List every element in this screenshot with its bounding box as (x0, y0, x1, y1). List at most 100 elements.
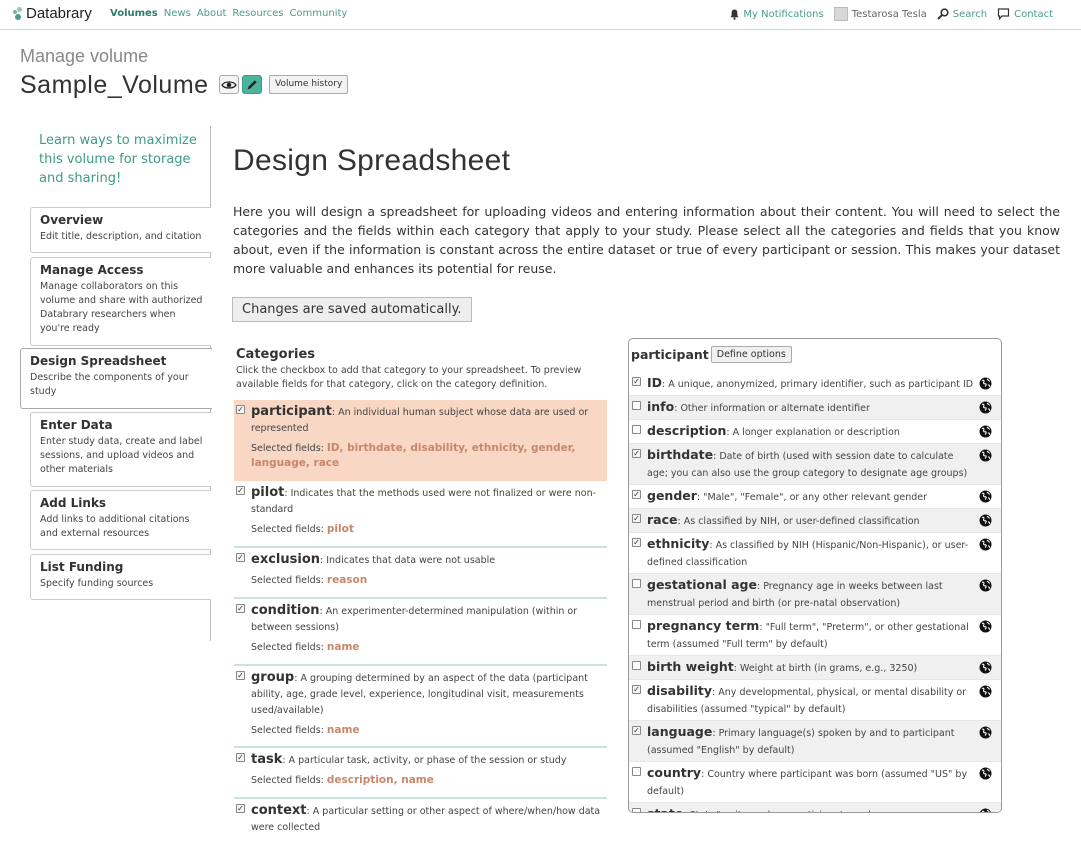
brand-logo[interactable]: Databrary (12, 5, 92, 22)
field-desc: State/territory where participant was bo… (690, 810, 890, 812)
globe-icon[interactable] (979, 488, 992, 507)
category-context[interactable]: ✓ context: A particular setting or other… (234, 799, 607, 837)
sidebar-item-list-funding[interactable]: List Funding Specify funding sources (30, 554, 211, 600)
category-checkbox[interactable]: ✓ (236, 753, 245, 762)
category-checkbox[interactable]: ✓ (236, 405, 245, 414)
field-checkbox[interactable] (632, 661, 641, 670)
globe-icon[interactable] (979, 659, 992, 678)
sidebar-item-desc: Add links to additional citations and ex… (40, 514, 190, 539)
globe-icon[interactable] (979, 618, 992, 637)
nav-right: My Notifications Testarosa Tesla Search … (730, 7, 1053, 21)
field-row[interactable]: ✓ disability: Any developmental, physical… (629, 680, 1001, 721)
nav-link-about[interactable]: About (197, 8, 227, 19)
top-nav: Databrary Volumes News About Resources C… (0, 0, 1081, 30)
field-row[interactable]: pregnancy term: "Full term", "Preterm", … (629, 615, 1001, 656)
category-condition[interactable]: ✓ condition: An experimenter-determined … (234, 599, 607, 666)
field-row[interactable]: ✓ birthdate: Date of birth (used with ses… (629, 444, 1001, 485)
field-row[interactable]: birth weight: Weight at birth (in grams,… (629, 656, 1001, 680)
sidebar-item-enter-data[interactable]: Enter Data Enter study data, create and … (30, 412, 211, 487)
learn-more-link[interactable]: Learn ways to maximize this volume for s… (39, 131, 209, 188)
category-participant[interactable]: ✓ participant: An individual human subje… (234, 400, 607, 481)
category-checkbox[interactable]: ✓ (236, 604, 245, 613)
nav-link-volumes[interactable]: Volumes (110, 8, 158, 19)
category-checkbox[interactable]: ✓ (236, 671, 245, 680)
globe-icon[interactable] (979, 447, 992, 466)
category-name: context (251, 803, 307, 818)
field-name: gender (647, 488, 697, 503)
sidebar-item-design-spreadsheet[interactable]: Design Spreadsheet Describe the componen… (20, 348, 212, 409)
sidebar-item-overview[interactable]: Overview Edit title, description, and ci… (30, 207, 211, 253)
globe-icon[interactable] (979, 806, 992, 812)
autosave-status: Changes are saved automatically. (232, 297, 472, 322)
view-volume-button[interactable] (219, 75, 239, 94)
category-checkbox[interactable]: ✓ (236, 804, 245, 813)
field-checkbox[interactable] (632, 401, 641, 410)
sidebar-item-manage-access[interactable]: Manage Access Manage collaborators on th… (30, 257, 211, 346)
search-link[interactable]: Search (937, 8, 987, 20)
sidebar-item-add-links[interactable]: Add Links Add links to additional citati… (30, 490, 211, 550)
field-row[interactable]: ✓ race: As classified by NIH, or user-def… (629, 509, 1001, 533)
field-row[interactable]: ✓ ethnicity: As classified by NIH (Hispan… (629, 533, 1001, 574)
notifications-link[interactable]: My Notifications (730, 8, 824, 20)
user-menu[interactable]: Testarosa Tesla (833, 7, 927, 21)
globe-icon[interactable] (979, 724, 992, 743)
category-definition[interactable]: task: A particular task, activity, or ph… (251, 752, 601, 769)
category-checkbox[interactable]: ✓ (236, 553, 245, 562)
notifications-label: My Notifications (743, 8, 824, 20)
volume-history-button[interactable]: Volume history (269, 75, 349, 94)
edit-volume-button[interactable] (242, 75, 262, 94)
globe-icon[interactable] (979, 536, 992, 555)
field-checkbox[interactable] (632, 767, 641, 776)
category-definition[interactable]: participant: An individual human subject… (251, 404, 601, 437)
define-options-button[interactable]: Define options (710, 346, 792, 363)
category-exclusion[interactable]: ✓ exclusion: Indicates that data were no… (234, 548, 607, 599)
nav-link-community[interactable]: Community (289, 8, 347, 19)
category-checkbox[interactable]: ✓ (236, 486, 245, 495)
category-task[interactable]: ✓ task: A particular task, activity, or … (234, 748, 607, 799)
field-row[interactable]: ✓ ID: A unique, anonymized, primary ident… (629, 372, 1001, 396)
field-checkbox-checked[interactable]: ✓ (632, 377, 641, 386)
field-checkbox-checked[interactable]: ✓ (632, 449, 641, 458)
field-row[interactable]: gestational age: Pregnancy age in weeks … (629, 574, 1001, 615)
field-name: ethnicity (647, 536, 710, 551)
selected-fields-values: pilot (326, 523, 354, 535)
category-pilot[interactable]: ✓ pilot: Indicates that the methods used… (234, 481, 607, 548)
globe-icon[interactable] (979, 512, 992, 531)
field-checkbox[interactable] (632, 808, 641, 812)
field-row[interactable]: state: State/territory where participant… (629, 803, 1001, 812)
field-row[interactable]: country: Country where participant was b… (629, 762, 1001, 803)
field-checkbox-checked[interactable]: ✓ (632, 726, 641, 735)
field-definition: country: Country where participant was b… (647, 765, 968, 797)
nav-link-resources[interactable]: Resources (232, 8, 283, 19)
field-checkbox-checked[interactable]: ✓ (632, 514, 641, 523)
category-definition[interactable]: exclusion: Indicates that data were not … (251, 552, 601, 569)
field-checkbox[interactable] (632, 620, 641, 629)
globe-icon[interactable] (979, 683, 992, 702)
field-definition: language: Primary language(s) spoken by … (647, 724, 955, 756)
eye-icon (221, 80, 237, 89)
category-definition[interactable]: pilot: Indicates that the methods used w… (251, 485, 601, 518)
field-name: info (647, 399, 675, 414)
field-row[interactable]: ✓ language: Primary language(s) spoken by… (629, 721, 1001, 762)
field-checkbox[interactable] (632, 425, 641, 434)
field-row[interactable]: info: Other information or alternate ide… (629, 396, 1001, 420)
field-checkbox[interactable] (632, 579, 641, 588)
field-definition: ethnicity: As classified by NIH (Hispani… (647, 536, 969, 568)
globe-icon[interactable] (979, 375, 992, 394)
category-name: exclusion (251, 552, 320, 567)
category-definition[interactable]: group: A grouping determined by an aspec… (251, 670, 601, 719)
field-row[interactable]: description: A longer explanation or des… (629, 420, 1001, 444)
field-checkbox-checked[interactable]: ✓ (632, 490, 641, 499)
field-checkbox-checked[interactable]: ✓ (632, 685, 641, 694)
globe-icon[interactable] (979, 577, 992, 596)
field-row[interactable]: ✓ gender: "Male", "Female", or any other … (629, 485, 1001, 509)
globe-icon[interactable] (979, 423, 992, 442)
category-definition[interactable]: condition: An experimenter-determined ma… (251, 603, 601, 636)
category-group[interactable]: ✓ group: A grouping determined by an asp… (234, 666, 607, 748)
globe-icon[interactable] (979, 399, 992, 418)
nav-link-news[interactable]: News (164, 8, 191, 19)
field-checkbox-checked[interactable]: ✓ (632, 538, 641, 547)
contact-link[interactable]: Contact (997, 8, 1053, 20)
globe-icon[interactable] (979, 765, 992, 784)
category-definition[interactable]: context: A particular setting or other a… (251, 803, 601, 836)
